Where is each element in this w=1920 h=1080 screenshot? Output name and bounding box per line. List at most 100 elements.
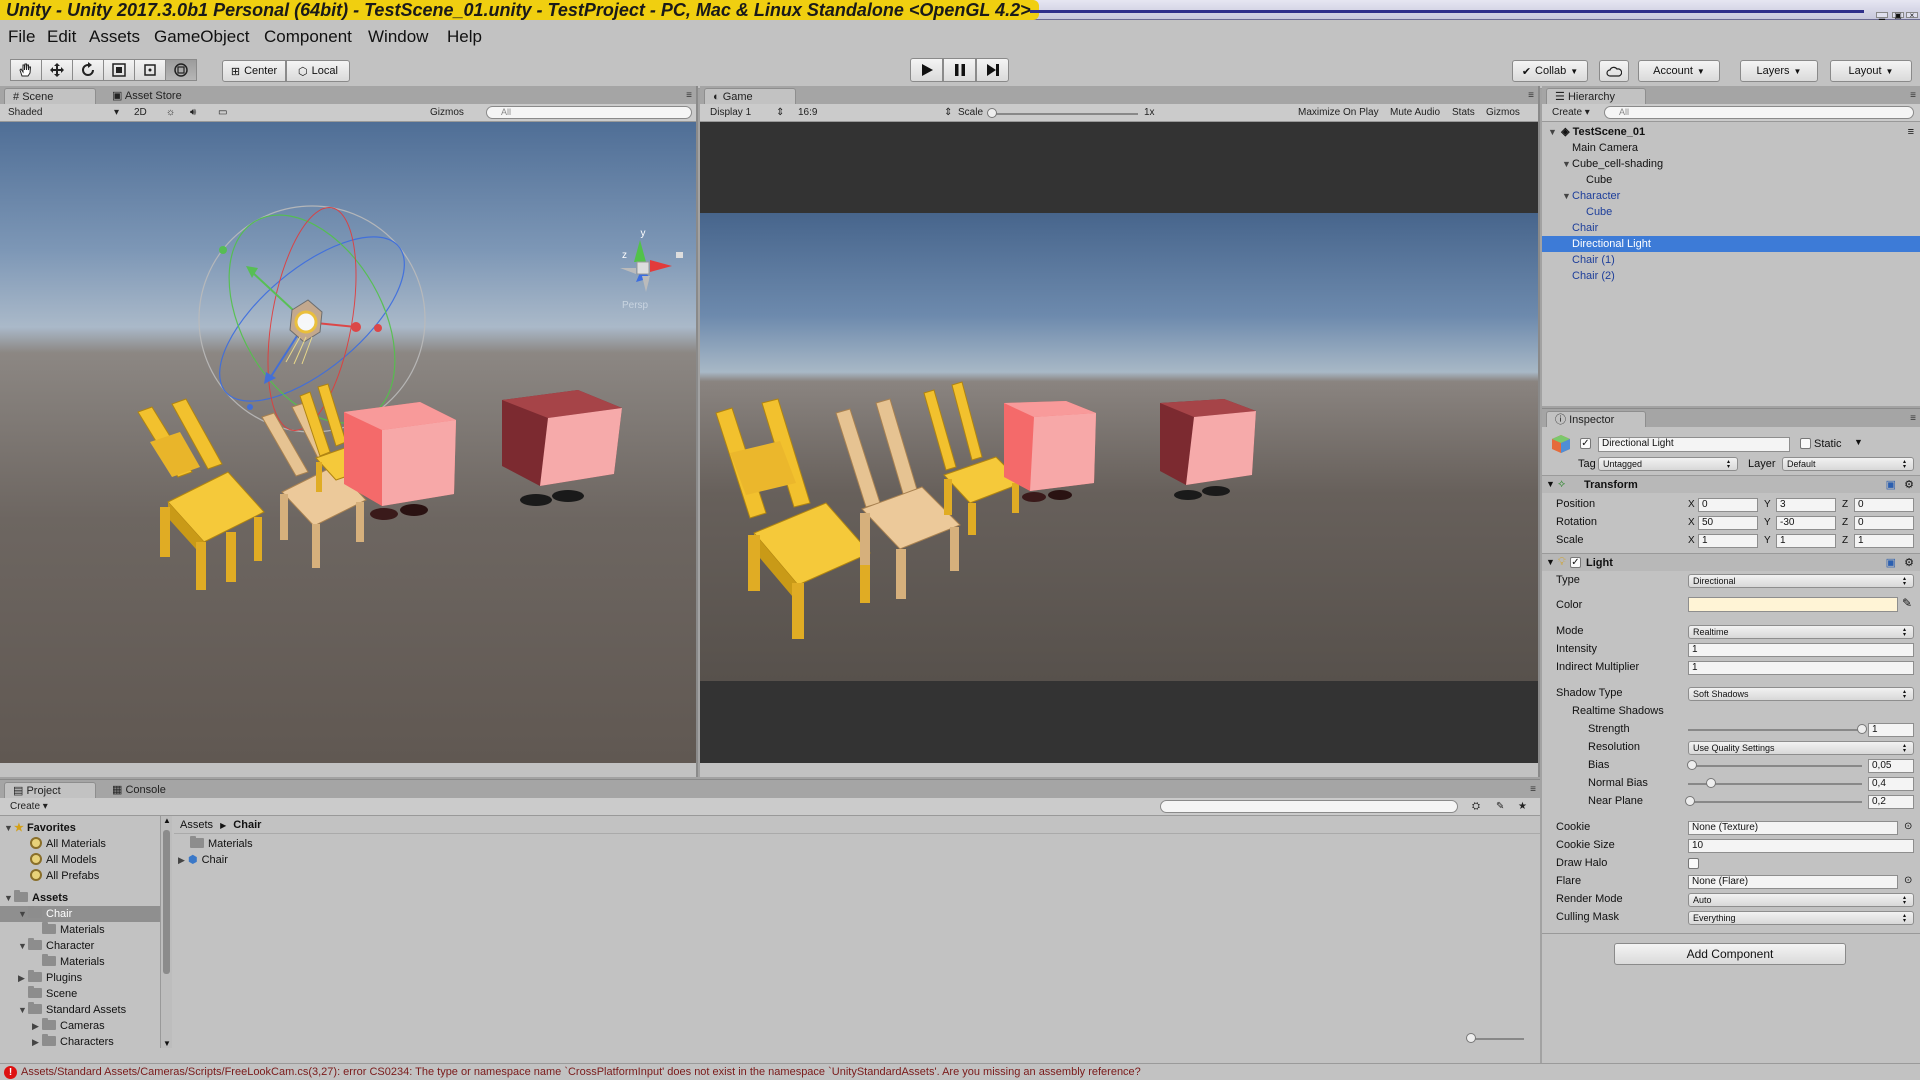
layers-dropdown[interactable]: Layers ▼ bbox=[1740, 60, 1818, 82]
tab-hierarchy[interactable]: ☰ Hierarchy bbox=[1546, 88, 1646, 104]
transform-tool-icon[interactable] bbox=[165, 59, 197, 81]
menu-file[interactable]: File bbox=[8, 27, 35, 47]
panel-menu-icon[interactable]: ≡ bbox=[686, 90, 692, 101]
near-plane-field[interactable]: 0,2 bbox=[1868, 795, 1914, 809]
near-plane-slider-track[interactable] bbox=[1688, 801, 1862, 803]
create-dropdown[interactable]: Create ▾ bbox=[1552, 106, 1590, 120]
move-tool-icon[interactable] bbox=[41, 59, 73, 81]
scene-viewport[interactable]: y x z Persp bbox=[0, 122, 696, 763]
project-tree-item[interactable]: ▼ Chair bbox=[0, 906, 160, 922]
bias-slider-knob[interactable] bbox=[1687, 760, 1698, 770]
maximize-icon[interactable]: ▣ bbox=[1892, 12, 1904, 20]
project-tree-item[interactable]: Materials bbox=[0, 922, 160, 938]
expand-triangle-icon[interactable]: ▶ bbox=[32, 1018, 42, 1034]
scale-slider-track[interactable] bbox=[990, 113, 1138, 115]
light-enabled-checkbox[interactable]: ✓ bbox=[1570, 557, 1581, 568]
project-tree-item[interactable]: ▼ Character bbox=[0, 938, 160, 954]
indirect-multiplier-field[interactable]: 1 bbox=[1688, 661, 1914, 675]
panel-menu-icon[interactable]: ≡ bbox=[1530, 784, 1536, 795]
menu-help[interactable]: Help bbox=[447, 27, 482, 47]
scrollbar-thumb[interactable] bbox=[163, 830, 170, 974]
cookie-field[interactable]: None (Texture) bbox=[1688, 821, 1898, 835]
breadcrumb-assets[interactable]: Assets bbox=[180, 819, 213, 831]
favorite-star-icon[interactable]: ★ bbox=[1518, 800, 1527, 814]
expand-triangle-icon[interactable]: ▶ bbox=[178, 852, 188, 868]
hierarchy-item[interactable]: ▼Character bbox=[1542, 188, 1920, 204]
mode-2d-toggle[interactable]: 2D bbox=[134, 106, 147, 120]
project-tree-item[interactable]: ▶ Characters bbox=[0, 1034, 160, 1048]
scene-menu-icon[interactable]: ≡ bbox=[1908, 124, 1914, 140]
favorite-item[interactable]: All Models bbox=[0, 852, 160, 868]
project-tree-item[interactable]: Materials bbox=[0, 954, 160, 970]
resolution-dropdown[interactable]: Use Quality Settings bbox=[1688, 741, 1914, 755]
rotate-tool-icon[interactable] bbox=[72, 59, 104, 81]
eyedropper-icon[interactable]: ✎ bbox=[1902, 596, 1912, 610]
tag-dropdown[interactable]: Untagged bbox=[1598, 457, 1738, 471]
position-y-field[interactable]: 3 bbox=[1776, 498, 1836, 512]
type-dropdown[interactable]: Directional bbox=[1688, 574, 1914, 588]
menu-component[interactable]: Component bbox=[264, 27, 352, 47]
position-x-field[interactable]: 0 bbox=[1698, 498, 1758, 512]
favorite-item[interactable]: All Materials bbox=[0, 836, 160, 852]
hand-tool-icon[interactable] bbox=[10, 59, 42, 81]
tab-inspector[interactable]: ⓘ Inspector bbox=[1546, 411, 1646, 427]
favorite-item[interactable]: All Prefabs bbox=[0, 868, 160, 884]
expand-triangle-icon[interactable]: ▼ bbox=[4, 890, 14, 906]
static-checkbox[interactable] bbox=[1800, 438, 1811, 449]
tab-game[interactable]: ◐ Game bbox=[704, 88, 796, 104]
scene-root-row[interactable]: ▼ ◈ TestScene_01 ≡ bbox=[1542, 124, 1920, 140]
project-tree-item[interactable]: ▶ Cameras bbox=[0, 1018, 160, 1034]
expand-triangle-icon[interactable]: ▼ bbox=[1562, 188, 1572, 204]
effects-toggle-icon[interactable]: ▭ bbox=[218, 106, 227, 120]
expand-triangle-icon[interactable]: ▼ bbox=[1548, 124, 1558, 140]
scale-tool-icon[interactable] bbox=[103, 59, 135, 81]
lighting-toggle-icon[interactable]: ☼ bbox=[166, 106, 175, 120]
light-header[interactable]: ▼ 💡︎ ✓ Light ▣ ⚙ bbox=[1542, 553, 1920, 571]
menu-assets[interactable]: Assets bbox=[89, 27, 140, 47]
tree-scrollbar[interactable]: ▲ ▼ bbox=[160, 816, 172, 1048]
near-plane-slider-knob[interactable] bbox=[1684, 796, 1695, 806]
normal-bias-field[interactable]: 0,4 bbox=[1868, 777, 1914, 791]
pause-button[interactable] bbox=[943, 58, 976, 82]
project-search-input[interactable] bbox=[1160, 800, 1458, 813]
maximize-on-play-toggle[interactable]: Maximize On Play bbox=[1298, 106, 1379, 120]
step-button[interactable] bbox=[976, 58, 1009, 82]
panel-menu-icon[interactable]: ≡ bbox=[1910, 413, 1916, 424]
object-name-input[interactable]: Directional Light bbox=[1598, 437, 1790, 452]
game-viewport[interactable] bbox=[700, 122, 1538, 763]
play-button[interactable] bbox=[910, 58, 943, 82]
pivot-center-button[interactable]: ⊞ Center bbox=[222, 60, 286, 82]
filter-type-icon[interactable]: ⛭ bbox=[1472, 800, 1480, 814]
transform-header[interactable]: ▼ ⟡ Transform ▣ ⚙ bbox=[1542, 475, 1920, 493]
account-dropdown[interactable]: Account ▼ bbox=[1638, 60, 1720, 82]
icon-size-slider-track[interactable] bbox=[1470, 1038, 1524, 1040]
active-checkbox[interactable]: ✓ bbox=[1580, 438, 1591, 449]
collapse-triangle-icon[interactable]: ▼ bbox=[1546, 557, 1555, 567]
strength-slider-track[interactable] bbox=[1688, 729, 1862, 731]
chevron-down-icon[interactable]: ▼ bbox=[1854, 437, 1863, 447]
hierarchy-item[interactable]: ▼Cube_cell-shading bbox=[1542, 156, 1920, 172]
rotation-y-field[interactable]: -30 bbox=[1776, 516, 1836, 530]
scale-slider-knob[interactable] bbox=[987, 108, 997, 118]
expand-triangle-icon[interactable]: ▶ bbox=[18, 970, 28, 986]
shadow-type-dropdown[interactable]: Soft Shadows bbox=[1688, 687, 1914, 701]
color-swatch[interactable] bbox=[1688, 597, 1898, 612]
rect-tool-icon[interactable] bbox=[134, 59, 166, 81]
expand-triangle-icon[interactable]: ▼ bbox=[18, 1002, 28, 1018]
tab-console[interactable]: ▦ Console bbox=[104, 782, 174, 798]
hierarchy-item[interactable]: Chair (1) bbox=[1542, 252, 1920, 268]
hierarchy-item[interactable]: Directional Light bbox=[1542, 236, 1920, 252]
render-mode-dropdown[interactable]: Auto bbox=[1688, 893, 1914, 907]
tab-scene[interactable]: # Scene bbox=[4, 88, 96, 104]
gizmos-dropdown[interactable]: Gizmos bbox=[430, 106, 464, 120]
expand-triangle-icon[interactable]: ▶ bbox=[32, 1034, 42, 1048]
content-item-materials[interactable]: Materials bbox=[174, 836, 1540, 852]
expand-triangle-icon[interactable]: ▼ bbox=[18, 938, 28, 954]
layer-dropdown[interactable]: Default bbox=[1782, 457, 1914, 471]
culling-mask-dropdown[interactable]: Everything bbox=[1688, 911, 1914, 925]
pivot-local-button[interactable]: ⬡ Local bbox=[286, 60, 350, 82]
close-icon[interactable]: × bbox=[1906, 12, 1918, 20]
cookie-size-field[interactable]: 10 bbox=[1688, 839, 1914, 853]
intensity-field[interactable]: 1 bbox=[1688, 643, 1914, 657]
mode-dropdown[interactable]: Realtime bbox=[1688, 625, 1914, 639]
